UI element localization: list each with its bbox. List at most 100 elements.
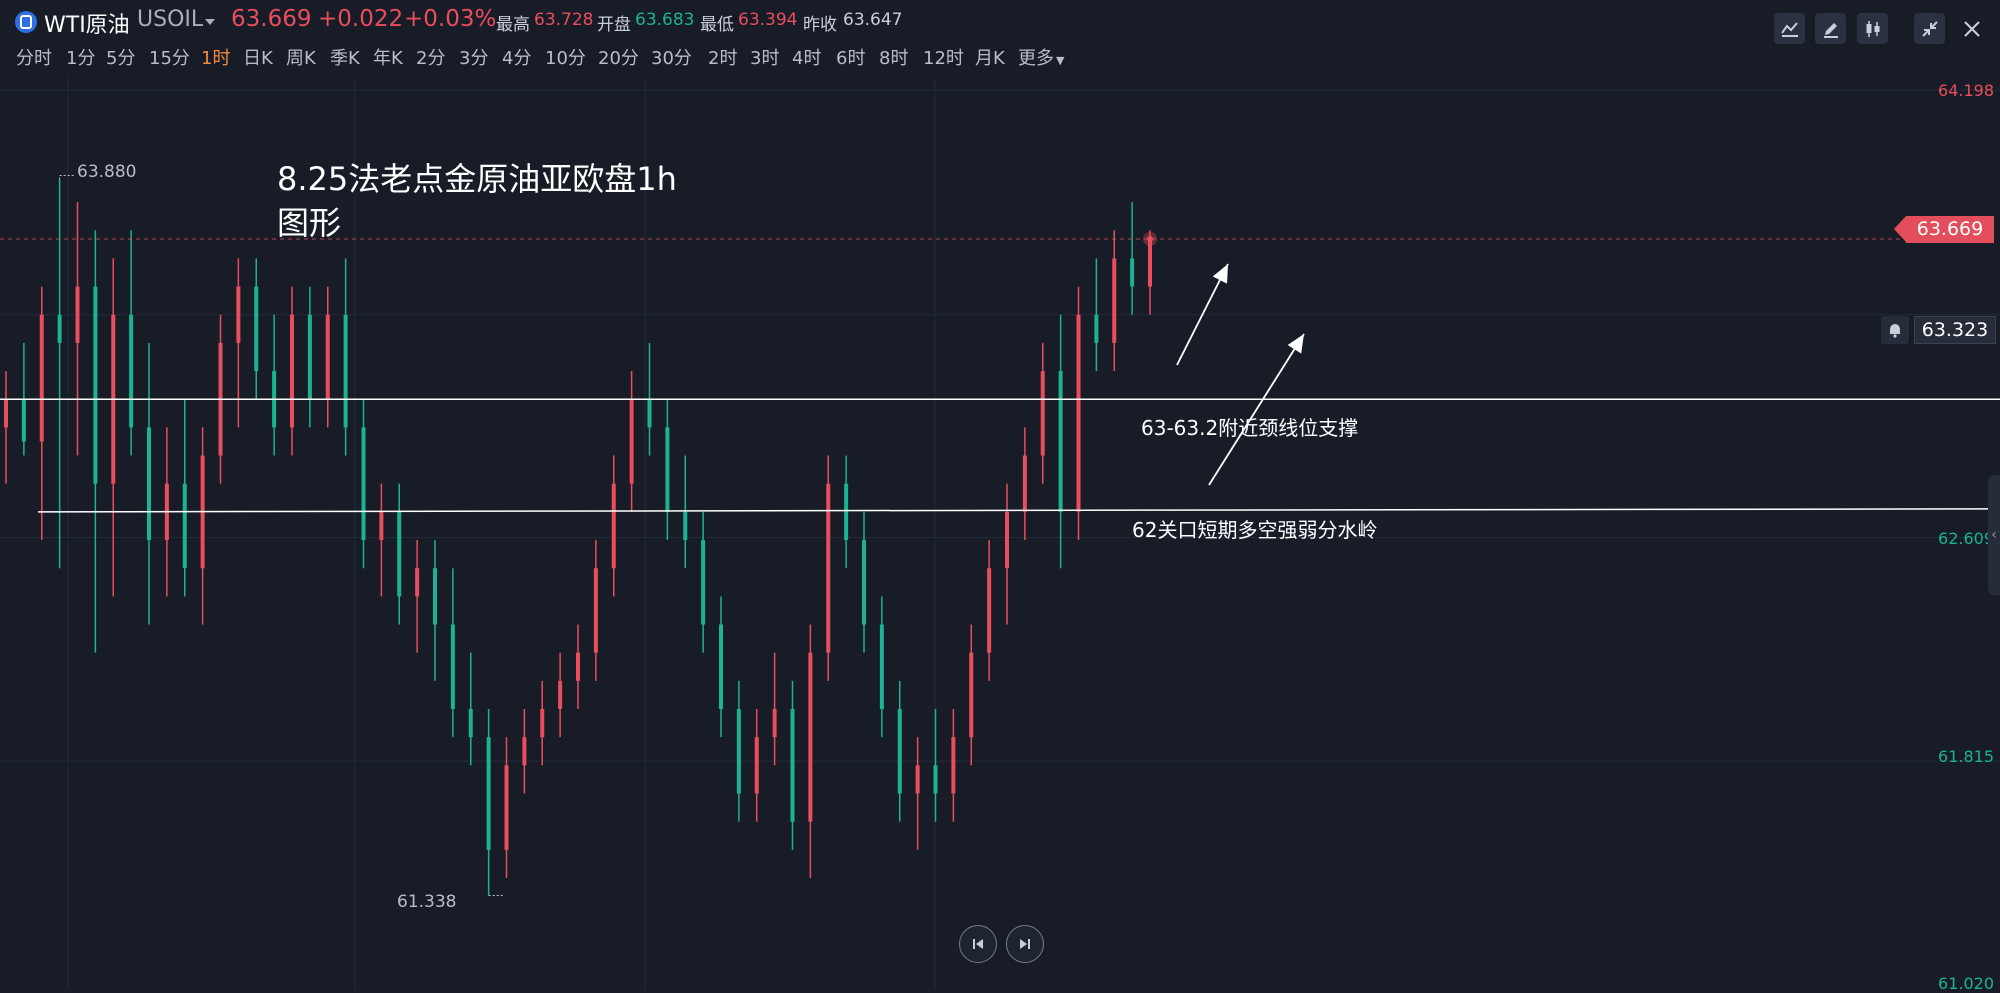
candle-body	[182, 483, 187, 569]
axis-label-62609: 62.609	[1938, 529, 1994, 548]
candle-body	[4, 399, 8, 428]
candle-body	[701, 540, 706, 625]
candle-body	[504, 765, 509, 850]
candle-body	[969, 652, 974, 738]
candle-body	[844, 483, 849, 541]
tab-3m[interactable]: 3分	[459, 44, 488, 70]
tab-year[interactable]: 年K	[373, 44, 403, 70]
candle-body	[576, 652, 580, 681]
skip-back-icon	[973, 939, 983, 949]
axis-label-61815: 61.815	[1938, 747, 1994, 766]
candle-body	[915, 765, 920, 794]
tab-month[interactable]: 月K	[975, 44, 1005, 70]
candle-body	[897, 709, 902, 794]
tab-30m[interactable]: 30分	[651, 44, 692, 70]
tab-2h[interactable]: 2时	[708, 44, 737, 70]
stat-high-label: 最高	[496, 15, 530, 35]
low-marker-label: 61.338	[397, 892, 457, 912]
candle-body	[772, 709, 777, 738]
candle-body	[826, 483, 831, 653]
candle-body	[1005, 511, 1009, 569]
candle-body	[736, 709, 741, 794]
quote-header: WTI原油 USOIL 63.669 +0.022 +0.03% 最高 63.7…	[0, 0, 2000, 44]
candle-body	[1076, 314, 1081, 512]
candle-body	[647, 399, 652, 428]
tab-6h[interactable]: 6时	[836, 44, 865, 70]
candle-body	[468, 709, 473, 738]
alert-bell-button[interactable]	[1881, 316, 1909, 344]
tab-1h[interactable]: 1时	[201, 44, 230, 70]
candle-body	[1148, 238, 1152, 287]
tab-2m[interactable]: 2分	[416, 44, 445, 70]
annotation-neckline: 63-63.2附近颈线位支撑	[1141, 416, 1359, 440]
candle-body	[558, 680, 563, 710]
candle-body	[75, 286, 80, 343]
side-panel-handle[interactable]: ‹	[1988, 475, 2000, 595]
candle-body	[862, 540, 866, 625]
tab-1m[interactable]: 1分	[66, 44, 95, 70]
stat-prev-close-value: 63.647	[843, 10, 903, 30]
price-change-percent: +0.03%	[404, 6, 497, 32]
candle-body	[254, 286, 259, 372]
tab-8h[interactable]: 8时	[879, 44, 908, 70]
candle-body	[1040, 371, 1045, 456]
tab-quarter[interactable]: 季K	[330, 44, 360, 70]
scroll-to-start-button[interactable]	[959, 925, 997, 963]
symbol-name[interactable]: WTI原油	[44, 7, 130, 39]
current-price-tag: 63.669	[1894, 216, 1994, 243]
chevron-down-icon: ▼	[1056, 54, 1065, 67]
close-icon	[1963, 20, 1980, 37]
candle-body	[21, 399, 26, 442]
candle-body	[1112, 258, 1117, 343]
tab-10m[interactable]: 10分	[545, 44, 586, 70]
stat-prev-close-label: 昨收	[803, 15, 837, 35]
collapse-icon	[1921, 20, 1938, 37]
skip-forward-icon	[1020, 939, 1030, 949]
drawing-overlays	[0, 175, 2000, 896]
candlestick-icon	[1866, 20, 1879, 37]
alert-price-box[interactable]: 63.323	[1914, 316, 1996, 344]
symbol-code[interactable]: USOIL	[137, 7, 203, 32]
high-marker	[59, 175, 74, 180]
candle-body	[754, 737, 759, 794]
candle-body	[933, 765, 938, 794]
tab-week[interactable]: 周K	[286, 44, 316, 70]
tab-fenshi[interactable]: 分时	[16, 44, 52, 70]
indicator-button[interactable]	[1774, 13, 1805, 44]
tab-15m[interactable]: 15分	[149, 44, 190, 70]
tab-4m[interactable]: 4分	[502, 44, 531, 70]
candle-body	[665, 427, 670, 512]
candle-body	[397, 511, 402, 597]
annotation-key-level: 62关口短期多空强弱分水岭	[1132, 518, 1378, 542]
stat-low-value: 63.394	[738, 10, 798, 30]
stat-high-value: 63.728	[534, 10, 594, 30]
close-button[interactable]	[1956, 13, 1987, 44]
candle-body	[290, 314, 294, 428]
tab-20m[interactable]: 20分	[598, 44, 639, 70]
tab-12h[interactable]: 12时	[923, 44, 964, 70]
axis-label-bottom: 61.020	[1938, 974, 1994, 993]
tab-3h[interactable]: 3时	[750, 44, 779, 70]
candle-body	[236, 286, 241, 343]
tab-more[interactable]: 更多 ▼	[1018, 44, 1064, 70]
candle-body	[1130, 258, 1135, 287]
axis-label-top: 64.198	[1938, 81, 1994, 100]
candle-body	[433, 568, 437, 625]
scroll-to-end-button[interactable]	[1006, 925, 1044, 963]
chart-type-button[interactable]	[1857, 13, 1888, 44]
tab-more-label: 更多	[1018, 48, 1054, 69]
draw-pen-icon	[1823, 22, 1838, 38]
candle-body	[808, 652, 813, 822]
tab-day[interactable]: 日K	[243, 44, 273, 70]
draw-button[interactable]	[1815, 13, 1846, 44]
candle-body	[522, 737, 527, 766]
last-price: 63.669	[231, 6, 312, 32]
symbol-dropdown-icon[interactable]	[205, 19, 215, 25]
candle-body	[951, 737, 956, 794]
collapse-button[interactable]	[1914, 13, 1945, 44]
tab-4h[interactable]: 4时	[792, 44, 821, 70]
candle-body	[450, 624, 455, 710]
stat-open-label: 开盘	[597, 15, 631, 35]
tab-5m[interactable]: 5分	[106, 44, 135, 70]
symbol-logo-icon	[15, 11, 37, 33]
